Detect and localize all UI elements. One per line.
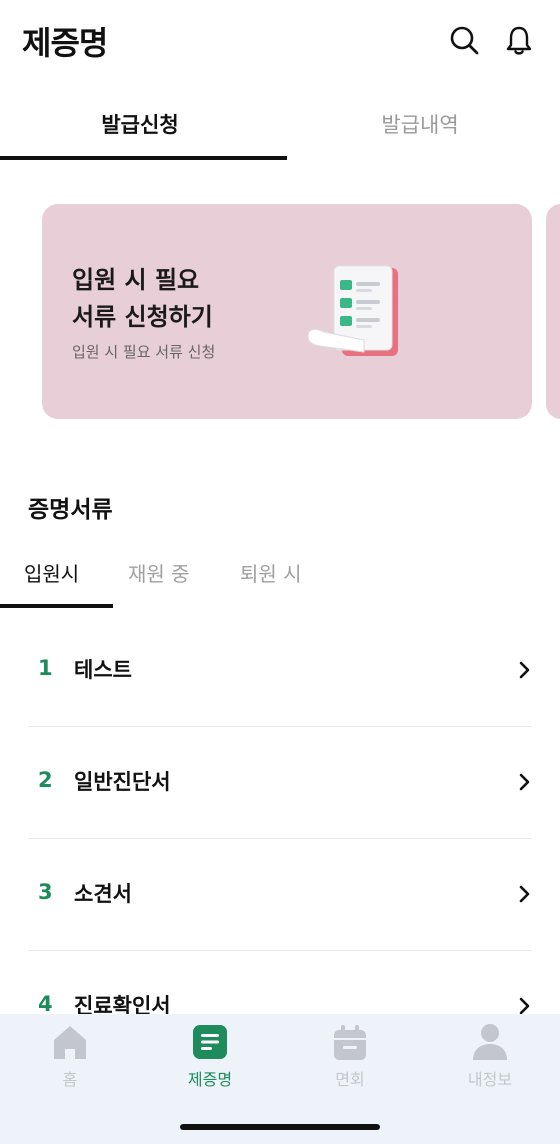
nav-label: 제증명	[187, 1070, 233, 1089]
banner-subtitle: 입원 시 필요 서류 신청	[72, 343, 216, 361]
list-item-number: 2	[38, 768, 53, 792]
app-header: 제증명	[0, 0, 560, 80]
subtab-discharge[interactable]: 퇴원 시	[240, 558, 302, 587]
home-icon	[54, 1026, 86, 1059]
nav-item-home[interactable]: 홈	[20, 1022, 120, 1090]
next-banner-peek[interactable]	[546, 204, 560, 419]
nav-item-certificates[interactable]: 제증명	[160, 1022, 260, 1090]
document-checklist-icon	[307, 265, 398, 356]
subtab-indicator	[0, 604, 113, 608]
tab-indicator	[0, 156, 287, 160]
section-title: 증명서류	[28, 497, 113, 523]
list-item-label: 소견서	[74, 882, 132, 906]
list-item-label: 테스트	[74, 658, 132, 682]
chevron-right-icon	[519, 885, 530, 903]
banner-title-line1: 입원 시 필요	[72, 266, 200, 294]
document-subtabs: 입원시 재원 중 퇴원 시	[0, 550, 560, 608]
tab-issue-request[interactable]: 발급신청	[0, 96, 280, 160]
tab-issue-history[interactable]: 발급내역	[280, 96, 560, 160]
chevron-right-icon	[519, 661, 530, 679]
home-indicator	[180, 1124, 380, 1130]
nav-item-my-info[interactable]: 내정보	[440, 1022, 540, 1090]
list-item-number: 4	[38, 992, 53, 1016]
nav-label: 면회	[335, 1070, 365, 1089]
main-tabs: 발급신청 발급내역	[0, 96, 560, 160]
page-title: 제증명	[22, 24, 108, 62]
banner-title-line2: 서류 신청하기	[72, 303, 213, 331]
document-icon	[193, 1025, 227, 1059]
list-item-label: 일반진단서	[74, 770, 171, 794]
search-icon[interactable]	[448, 24, 480, 56]
list-item[interactable]: 1 테스트	[28, 614, 532, 727]
subtab-admission[interactable]: 입원시	[24, 558, 79, 587]
nav-label: 홈	[62, 1070, 78, 1089]
list-item[interactable]: 3 소견서	[28, 838, 532, 951]
list-item-number: 3	[38, 880, 53, 904]
list-item-number: 1	[38, 656, 53, 680]
subtab-in-hospital[interactable]: 재원 중	[128, 558, 190, 587]
nav-item-visit[interactable]: 면회	[300, 1022, 400, 1090]
chevron-right-icon	[519, 773, 530, 791]
nav-label: 내정보	[467, 1070, 513, 1089]
bell-icon[interactable]	[503, 24, 535, 56]
calendar-icon	[334, 1025, 366, 1060]
chevron-right-icon	[519, 997, 530, 1015]
person-icon	[473, 1024, 507, 1060]
banner-title: 입원 시 필요 서류 신청하기	[72, 262, 213, 336]
banner-card[interactable]: 입원 시 필요 서류 신청하기 입원 시 필요 서류 신청	[42, 204, 532, 419]
list-item[interactable]: 2 일반진단서	[28, 726, 532, 839]
